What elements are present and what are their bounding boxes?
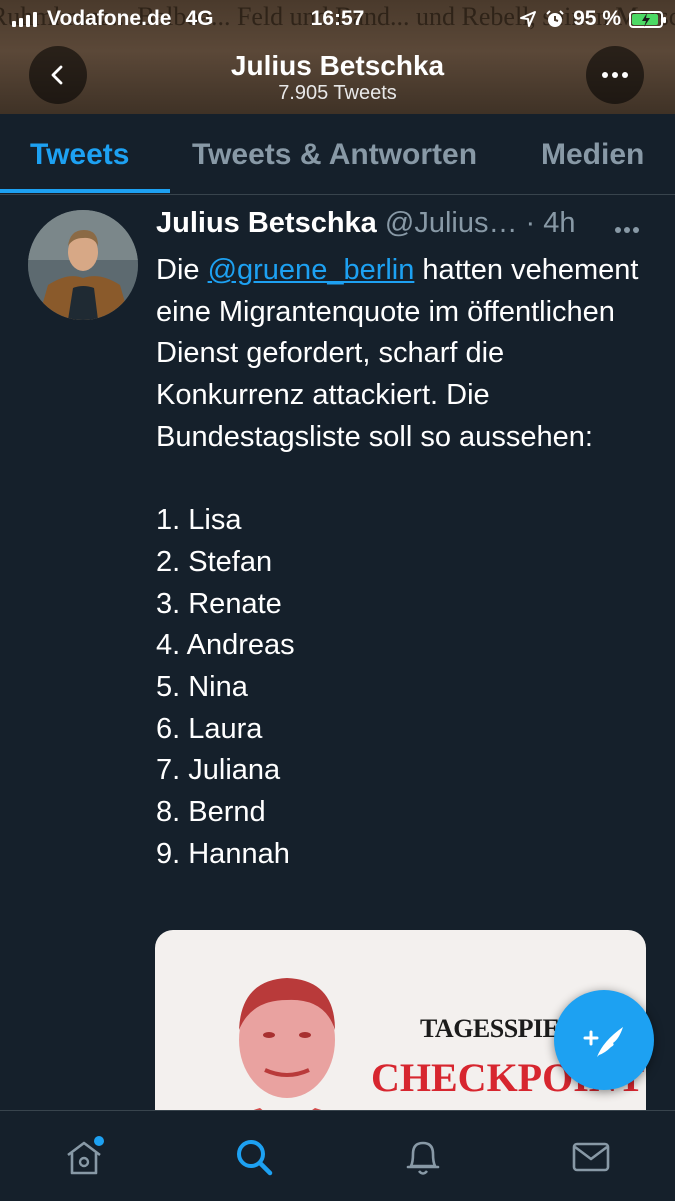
location-arrow-icon	[520, 11, 537, 27]
status-bar: Vodafone.de 4G 16:57 95 %	[0, 0, 675, 38]
profile-tabs: Tweets Tweets & Antworten Medien	[0, 114, 675, 195]
alarm-clock-icon	[546, 10, 564, 27]
nav-home[interactable]	[62, 1135, 106, 1179]
candidate-list: 1. Lisa 2. Stefan 3. Renate 4. Andreas 5…	[156, 500, 656, 875]
home-icon	[67, 1136, 104, 1175]
bell-icon	[406, 1141, 440, 1175]
tweet-author-name[interactable]: Julius Betschka	[156, 207, 377, 239]
profile-name: Julius Betschka	[230, 50, 445, 81]
battery-icon	[629, 10, 666, 28]
tab-media[interactable]: Medien	[541, 138, 644, 172]
tweet-timestamp: · 4h	[525, 207, 576, 239]
list-item: 8. Bernd	[156, 796, 266, 829]
bottom-navigation	[0, 1110, 675, 1201]
more-horizontal-icon	[615, 227, 639, 233]
tweet-count: 7.905 Tweets	[278, 82, 397, 104]
profile-header: Ruhmkranz... Balboa... Feld und Band... …	[0, 0, 675, 114]
nav-notifications[interactable]	[401, 1135, 445, 1179]
list-item: 2. Stefan	[156, 545, 273, 578]
active-tab-indicator	[0, 189, 170, 193]
list-item: 5. Nina	[156, 671, 248, 704]
status-right: 95 %	[519, 7, 666, 31]
list-item: 6. Laura	[156, 712, 263, 745]
tweet-text: Die @gruene_berlin hatten vehement eine …	[156, 250, 656, 876]
avatar-photo	[28, 210, 138, 320]
nav-messages[interactable]	[569, 1135, 613, 1179]
compose-feather-icon	[583, 1027, 623, 1057]
tab-tweets-and-replies[interactable]: Tweets & Antworten	[192, 138, 477, 172]
list-item: 7. Juliana	[156, 754, 281, 787]
more-horizontal-icon	[602, 72, 628, 78]
tweet-header: Julius Betschka @Julius… · 4h	[156, 207, 656, 247]
more-options-button[interactable]	[586, 46, 644, 104]
compose-tweet-button[interactable]	[554, 990, 654, 1090]
list-item: 4. Andreas	[156, 629, 295, 662]
list-item: 9. Hannah	[156, 837, 290, 870]
nav-search[interactable]	[232, 1135, 276, 1179]
search-icon	[237, 1140, 273, 1176]
avatar[interactable]	[28, 210, 138, 320]
tweet-text-intro: Die	[156, 254, 208, 286]
list-item: 1. Lisa	[156, 504, 242, 537]
tweet-author-handle[interactable]: @Julius…	[385, 207, 518, 239]
tweet-more-button[interactable]	[614, 209, 640, 241]
mail-icon	[572, 1142, 610, 1172]
tab-tweets[interactable]: Tweets	[30, 138, 129, 172]
list-item: 3. Renate	[156, 587, 282, 620]
mention-link[interactable]: @gruene_berlin	[208, 254, 415, 286]
battery-percent: 95 %	[573, 7, 621, 30]
